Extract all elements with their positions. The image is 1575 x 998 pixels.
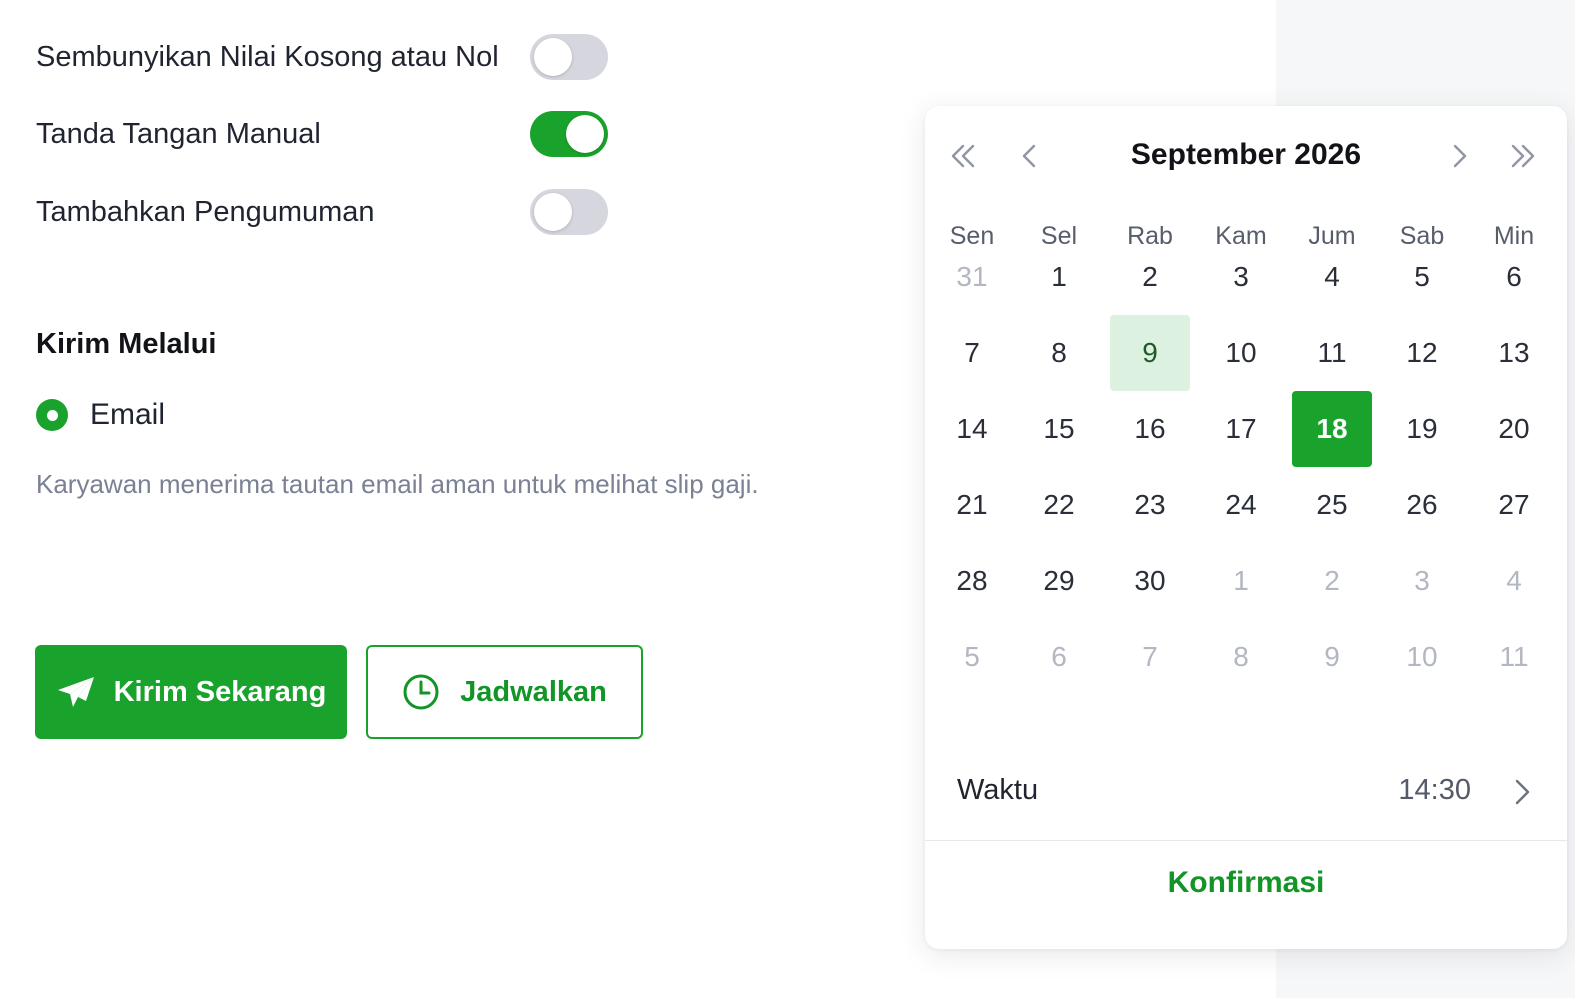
toggle-label: Tanda Tangan Manual xyxy=(36,117,321,150)
calendar-day[interactable]: 2 xyxy=(1292,543,1372,619)
add-announcement-switch[interactable] xyxy=(530,189,608,235)
calendar-day[interactable]: 21 xyxy=(932,467,1012,543)
calendar-day[interactable]: 14 xyxy=(932,391,1012,467)
switch-knob xyxy=(534,38,572,76)
calendar-day[interactable]: 10 xyxy=(1382,619,1462,695)
calendar-day[interactable]: 13 xyxy=(1474,315,1554,391)
calendar-header: September 2026 xyxy=(925,126,1567,186)
calendar-day[interactable]: 4 xyxy=(1474,543,1554,619)
calendar-day[interactable]: 7 xyxy=(1110,619,1190,695)
calendar-day[interactable]: 23 xyxy=(1110,467,1190,543)
radio-selected-icon[interactable] xyxy=(36,399,68,431)
send-now-label: Kirim Sekarang xyxy=(113,675,327,708)
calendar-day[interactable]: 11 xyxy=(1292,315,1372,391)
calendar-day[interactable]: 26 xyxy=(1382,467,1462,543)
time-label: Waktu xyxy=(957,774,1039,806)
toggle-label: Sembunyikan Nilai Kosong atau Nol xyxy=(36,40,499,73)
calendar-day[interactable]: 9 xyxy=(1292,619,1372,695)
calendar-day[interactable]: 3 xyxy=(1382,543,1462,619)
calendar-day[interactable]: 24 xyxy=(1201,467,1281,543)
calendar-day[interactable]: 8 xyxy=(1019,315,1099,391)
calendar-day[interactable]: 30 xyxy=(1110,543,1190,619)
chevron-right-icon xyxy=(1511,776,1533,813)
email-helper-text: Karyawan menerima tautan email aman untu… xyxy=(36,469,759,499)
hide-empty-values-switch[interactable] xyxy=(530,34,608,80)
schedule-button[interactable]: Jadwalkan xyxy=(366,645,643,739)
calendar-day[interactable]: 22 xyxy=(1019,467,1099,543)
calendar-day[interactable]: 20 xyxy=(1474,391,1554,467)
calendar-day[interactable]: 2 xyxy=(1110,239,1190,315)
calendar-day[interactable]: 12 xyxy=(1382,315,1462,391)
calendar-day[interactable]: 27 xyxy=(1474,467,1554,543)
divider xyxy=(925,840,1567,841)
switch-knob xyxy=(534,193,572,231)
clock-icon xyxy=(402,673,440,711)
calendar-day[interactable]: 28 xyxy=(932,543,1012,619)
calendar-day[interactable]: 25 xyxy=(1292,467,1372,543)
calendar-day[interactable]: 1 xyxy=(1019,239,1099,315)
calendar-day[interactable]: 1 xyxy=(1201,543,1281,619)
calendar-day[interactable]: 15 xyxy=(1019,391,1099,467)
date-picker-popover: September 2026 Sen Sel Rab Kam Jum Sab Min 31 1… xyxy=(925,106,1567,949)
send-via-title: Kirim Melalui xyxy=(36,328,217,360)
calendar-day-today[interactable]: 9 xyxy=(1110,315,1190,391)
switch-knob xyxy=(566,115,604,153)
radio-label: Email xyxy=(90,398,166,431)
calendar-day[interactable]: 29 xyxy=(1019,543,1099,619)
send-now-button[interactable]: Kirim Sekarang xyxy=(35,645,347,739)
calendar-day[interactable]: 17 xyxy=(1201,391,1281,467)
calendar-day[interactable]: 19 xyxy=(1382,391,1462,467)
calendar-day[interactable]: 11 xyxy=(1474,619,1554,695)
calendar-day[interactable]: 3 xyxy=(1201,239,1281,315)
manual-signature-switch[interactable] xyxy=(530,111,608,157)
calendar-day[interactable]: 5 xyxy=(1382,239,1462,315)
next-year-icon[interactable] xyxy=(1501,134,1545,178)
calendar-day[interactable]: 6 xyxy=(1019,619,1099,695)
calendar-day-selected[interactable]: 18 xyxy=(1292,391,1372,467)
calendar-day[interactable]: 7 xyxy=(932,315,1012,391)
calendar-day[interactable]: 8 xyxy=(1201,619,1281,695)
time-value: 14:30 xyxy=(1398,774,1471,806)
calendar-day[interactable]: 4 xyxy=(1292,239,1372,315)
calendar-day[interactable]: 6 xyxy=(1474,239,1554,315)
toggle-row-manual-signature: Tanda Tangan Manual xyxy=(36,108,608,160)
toggle-row-hide-empty: Sembunyikan Nilai Kosong atau Nol xyxy=(36,31,608,83)
schedule-label: Jadwalkan xyxy=(460,675,607,708)
toggle-row-announcement: Tambahkan Pengumuman xyxy=(36,186,608,238)
time-selector[interactable]: Waktu 14:30 xyxy=(925,754,1567,828)
calendar-day[interactable]: 5 xyxy=(932,619,1012,695)
calendar-day[interactable]: 16 xyxy=(1110,391,1190,467)
calendar-day[interactable]: 10 xyxy=(1201,315,1281,391)
email-radio-option[interactable]: Email xyxy=(36,398,165,432)
confirm-button[interactable]: Konfirmasi xyxy=(925,866,1567,900)
toggle-label: Tambahkan Pengumuman xyxy=(36,195,375,228)
paper-plane-icon xyxy=(56,675,96,709)
next-month-icon[interactable] xyxy=(1438,134,1482,178)
calendar-day[interactable]: 31 xyxy=(932,239,1012,315)
